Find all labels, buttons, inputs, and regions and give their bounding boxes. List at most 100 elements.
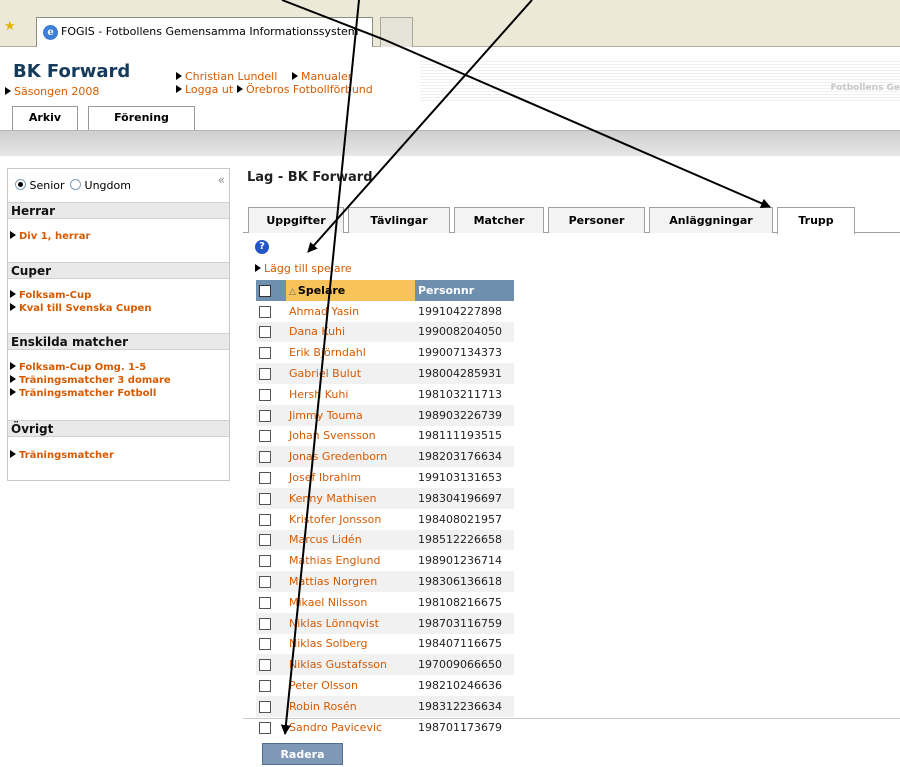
sidebar: Senior Ungdom « Herrar Div 1, herrar Cup… — [7, 168, 230, 481]
row-checkbox[interactable] — [259, 368, 271, 381]
player-name-link[interactable]: Ahmad Yasin — [286, 301, 415, 322]
row-checkbox[interactable] — [259, 596, 271, 609]
collapse-sidebar-icon[interactable]: « — [218, 173, 225, 187]
row-checkbox-cell — [256, 634, 286, 655]
player-name-link[interactable]: Jonas Gredenborn — [286, 446, 415, 468]
user-link[interactable]: Christian Lundell — [176, 70, 277, 83]
arrow-bullet-icon — [176, 72, 182, 80]
player-name-link[interactable]: Kenny Mathisen — [286, 487, 415, 509]
row-checkbox[interactable] — [259, 680, 271, 693]
favorites-star-icon[interactable]: ★ — [4, 19, 16, 34]
sidebar-item-traningsmatcher-fotboll[interactable]: Träningsmatcher Fotboll — [10, 388, 156, 399]
column-header-spelare[interactable]: △ Spelare — [286, 280, 415, 301]
radio-senior[interactable] — [15, 179, 26, 190]
season-label: Säsongen 2008 — [14, 85, 100, 98]
player-name-link[interactable]: Kristofer Jonsson — [286, 509, 415, 530]
row-checkbox[interactable] — [259, 472, 271, 485]
player-name-link[interactable]: Mattias Norgren — [286, 571, 415, 592]
column-header-personnr[interactable]: Personnr — [415, 280, 514, 301]
district-link[interactable]: Örebros Fotbollförbund — [237, 83, 373, 96]
table-row: Jimmy Touma 198903226739 — [256, 404, 514, 426]
player-name-link[interactable]: Marcus Lidén — [286, 529, 415, 551]
row-checkbox-cell — [256, 446, 286, 468]
sort-asc-icon: △ — [289, 286, 296, 297]
sidebar-item-traningsmatcher-3-domare[interactable]: Träningsmatcher 3 domare — [10, 375, 171, 386]
player-name-link[interactable]: Johan Svensson — [286, 426, 415, 447]
radio-ungdom[interactable] — [70, 179, 82, 190]
new-tab-button[interactable] — [380, 17, 413, 47]
tab-matcher[interactable]: Matcher — [454, 207, 544, 233]
tab-tavlingar[interactable]: Tävlingar — [348, 207, 450, 233]
arrow-bullet-icon — [10, 303, 16, 311]
tab-arkiv[interactable]: Arkiv — [12, 106, 78, 130]
tab-trupp[interactable]: Trupp — [777, 207, 855, 234]
player-name-link[interactable]: Sandro Pavicevic — [286, 717, 415, 738]
player-name-link[interactable]: Erik Björndahl — [286, 342, 415, 363]
row-checkbox[interactable] — [259, 513, 271, 526]
row-checkbox[interactable] — [259, 430, 271, 443]
row-checkbox[interactable] — [259, 388, 271, 401]
manuals-link[interactable]: Manualer — [292, 70, 352, 83]
season-link[interactable]: Säsongen 2008 — [5, 85, 99, 98]
row-checkbox[interactable] — [259, 617, 271, 630]
tab-personer[interactable]: Personer — [548, 207, 645, 233]
row-checkbox[interactable] — [259, 305, 271, 318]
table-header-row: △ Spelare Personnr — [256, 280, 514, 301]
tab-forening[interactable]: Förening — [88, 106, 195, 130]
row-checkbox[interactable] — [259, 492, 271, 505]
sidebar-item-folksam-cup[interactable]: Folksam-Cup — [10, 290, 91, 301]
player-name-link[interactable]: Gabriel Bulut — [286, 363, 415, 384]
row-checkbox[interactable] — [259, 326, 271, 339]
player-name-link[interactable]: Niklas Lönnqvist — [286, 612, 415, 634]
row-checkbox-cell — [256, 363, 286, 384]
delete-button[interactable]: Radera — [262, 743, 343, 765]
row-checkbox[interactable] — [259, 721, 271, 734]
row-checkbox[interactable] — [259, 409, 271, 422]
section-herrar: Herrar — [8, 202, 229, 219]
browser-tab[interactable]: e FOGIS - Fotbollens Gemensamma Informat… — [36, 17, 373, 47]
row-checkbox[interactable] — [259, 659, 271, 672]
logout-link[interactable]: Logga ut — [176, 83, 233, 96]
row-checkbox-cell — [256, 301, 286, 322]
table-row: Marcus Lidén 198512226658 — [256, 529, 514, 551]
player-personnr: 198103211713 — [418, 387, 502, 401]
row-checkbox-cell — [256, 550, 286, 571]
brand-text: Fotbollens Ge — [830, 83, 900, 93]
row-checkbox[interactable] — [259, 534, 271, 547]
row-checkbox[interactable] — [259, 555, 271, 568]
tab-uppgifter[interactable]: Uppgifter — [248, 207, 344, 233]
tab-anlaggningar[interactable]: Anläggningar — [649, 207, 773, 233]
player-name-link[interactable]: Jimmy Touma — [286, 404, 415, 426]
site-header: BK Forward Säsongen 2008 Christian Lunde… — [0, 47, 900, 130]
player-name-link[interactable]: Niklas Solberg — [286, 634, 415, 655]
player-name-link[interactable]: Dana Kuhi — [286, 321, 415, 343]
row-checkbox-cell — [256, 529, 286, 551]
player-name-link[interactable]: Robin Rosén — [286, 695, 415, 717]
sidebar-item-traningsmatcher[interactable]: Träningsmatcher — [10, 450, 114, 461]
row-checkbox[interactable] — [259, 700, 271, 713]
sidebar-item-folksam-cup-omg[interactable]: Folksam-Cup Omg. 1-5 — [10, 362, 146, 373]
sidebar-item-label: Träningsmatcher — [19, 450, 114, 461]
add-player-link[interactable]: Lägg till spelare — [255, 262, 352, 275]
player-name-link[interactable]: Hersh Kuhi — [286, 384, 415, 405]
player-name-link[interactable]: Mathias Englund — [286, 550, 415, 571]
header-decoration — [420, 61, 900, 101]
district-link-label: Örebros Fotbollförbund — [246, 83, 373, 96]
table-row: Dana Kuhi 199008204050 — [256, 321, 514, 343]
player-name-link[interactable]: Mikael Nilsson — [286, 592, 415, 613]
table-row: Jonas Gredenborn 198203176634 — [256, 446, 514, 468]
row-checkbox[interactable] — [259, 347, 271, 360]
row-checkbox-cell — [256, 404, 286, 426]
sidebar-item-kval-svenska-cupen[interactable]: Kval till Svenska Cupen — [10, 303, 151, 314]
row-checkbox[interactable] — [259, 451, 271, 464]
sidebar-item-div1-herrar[interactable]: Div 1, herrar — [10, 231, 90, 242]
help-icon[interactable]: ? — [255, 240, 269, 254]
radio-ungdom-label: Ungdom — [84, 179, 131, 192]
player-name-link[interactable]: Niklas Gustafsson — [286, 654, 415, 676]
player-name-link[interactable]: Josef Ibrahim — [286, 467, 415, 488]
row-checkbox-cell — [256, 695, 286, 717]
player-name-link[interactable]: Peter Olsson — [286, 675, 415, 696]
row-checkbox[interactable] — [259, 576, 271, 589]
row-checkbox[interactable] — [259, 638, 271, 651]
select-all-checkbox[interactable] — [259, 284, 271, 297]
